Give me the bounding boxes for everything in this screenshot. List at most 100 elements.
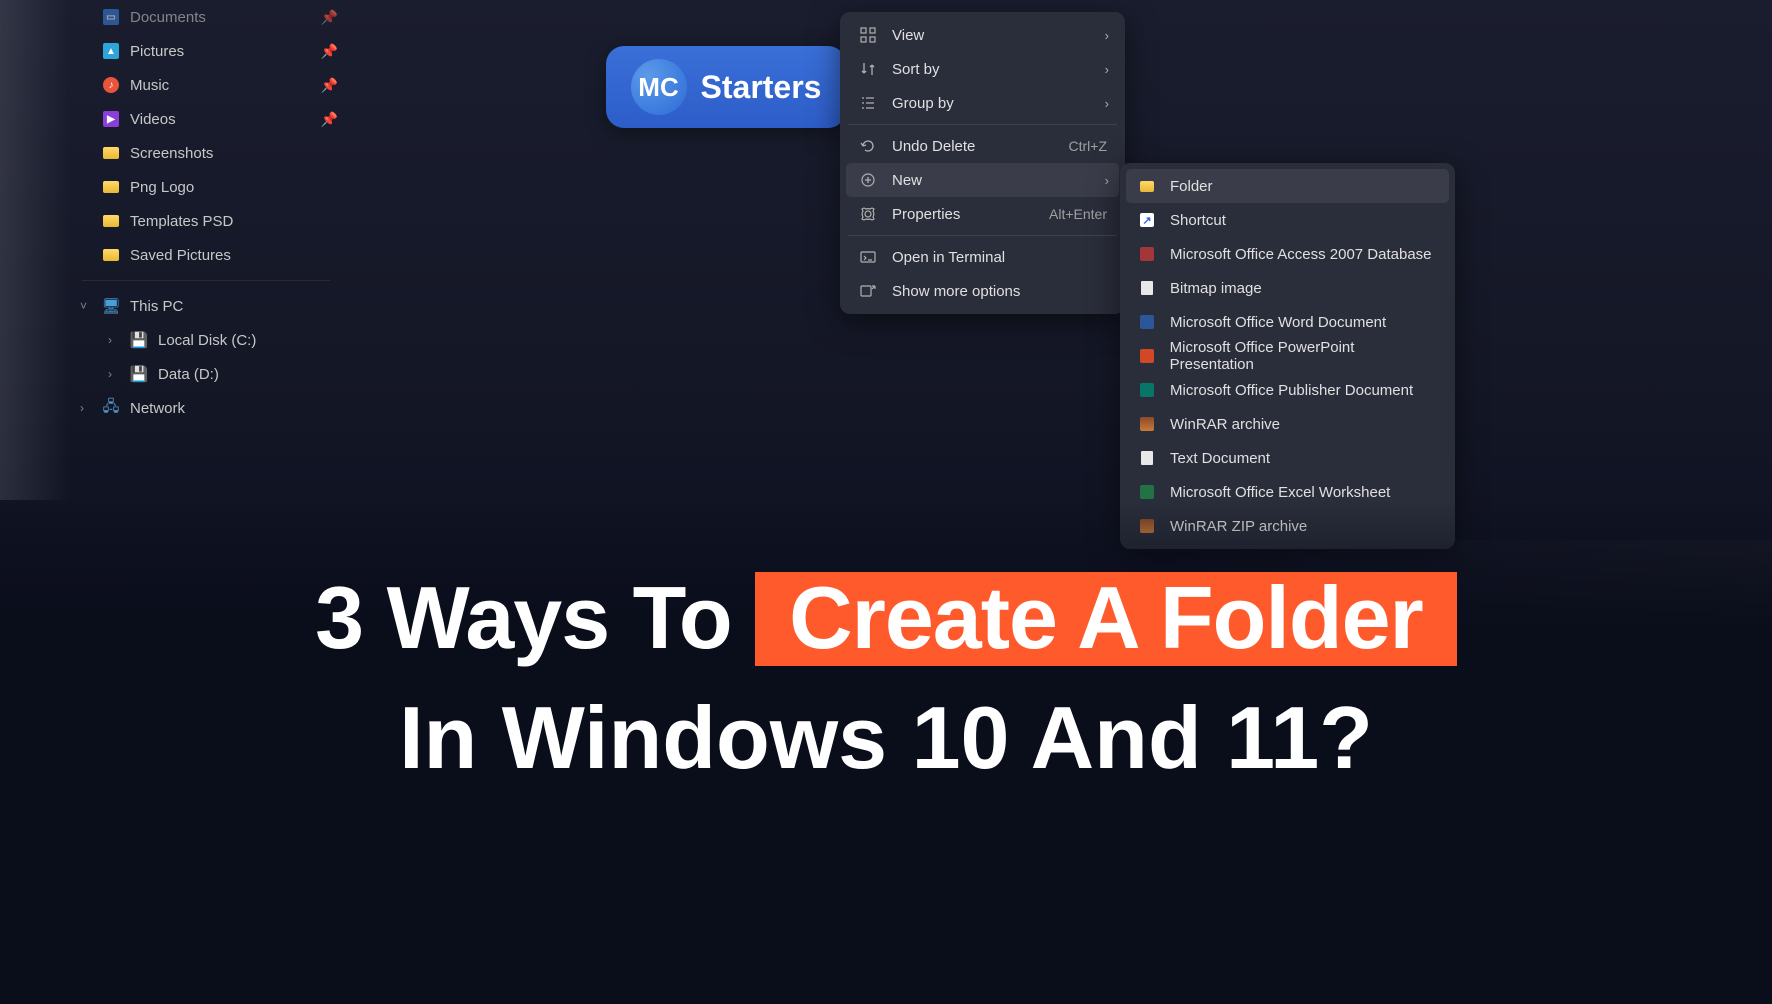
sidebar-label: Pictures <box>130 43 184 60</box>
sidebar: ▭ Documents 📌 ▲ Pictures 📌 ♪ Music 📌 ▶ V… <box>66 0 346 425</box>
undo-icon <box>858 138 878 154</box>
winrarzip-icon <box>1138 519 1156 533</box>
submenu-item-winrarzip[interactable]: WinRAR ZIP archive <box>1126 509 1449 543</box>
sidebar-item-pictures[interactable]: ▲ Pictures 📌 <box>66 34 346 68</box>
menu-label: Properties <box>892 206 960 223</box>
properties-icon <box>858 206 878 222</box>
menu-item-properties[interactable]: Properties Alt+Enter <box>846 197 1119 231</box>
folder-icon <box>1138 181 1156 192</box>
menu-item-new[interactable]: New › <box>846 163 1119 197</box>
sidebar-label: Local Disk (C:) <box>158 332 256 349</box>
submenu-label: Bitmap image <box>1170 280 1262 297</box>
menu-item-view[interactable]: View › <box>846 18 1119 52</box>
music-icon: ♪ <box>102 76 120 94</box>
sidebar-item-localc[interactable]: › 💾 Local Disk (C:) <box>66 323 346 357</box>
sidebar-item-savedpictures[interactable]: Saved Pictures <box>66 238 346 272</box>
submenu-label: WinRAR ZIP archive <box>1170 518 1307 535</box>
menu-item-group[interactable]: Group by › <box>846 86 1119 120</box>
sidebar-label: Videos <box>130 111 176 128</box>
sidebar-label: Screenshots <box>130 145 213 162</box>
more-icon <box>858 283 878 299</box>
word-icon <box>1138 315 1156 329</box>
submenu-label: Folder <box>1170 178 1213 195</box>
sidebar-item-screenshots[interactable]: Screenshots <box>66 136 346 170</box>
folder-icon <box>102 178 120 196</box>
submenu-item-shortcut[interactable]: ↗ Shortcut <box>1126 203 1449 237</box>
sidebar-label: Png Logo <box>130 179 194 196</box>
submenu-label: Microsoft Office Word Document <box>1170 314 1386 331</box>
pin-icon: 📌 <box>321 43 338 60</box>
access-icon <box>1138 247 1156 261</box>
submenu-item-text[interactable]: Text Document <box>1126 441 1449 475</box>
new-icon <box>858 172 878 188</box>
submenu-item-folder[interactable]: Folder <box>1126 169 1449 203</box>
sort-icon <box>858 61 878 77</box>
menu-label: New <box>892 172 922 189</box>
title-block: 3 Ways To Create A Folder In Windows 10 … <box>0 572 1772 785</box>
chevron-right-icon: › <box>1105 173 1109 188</box>
menu-label: Group by <box>892 95 954 112</box>
chevron-right-icon: › <box>1105 28 1109 43</box>
sidebar-item-music[interactable]: ♪ Music 📌 <box>66 68 346 102</box>
text-icon <box>1138 451 1156 465</box>
submenu-item-winrar[interactable]: WinRAR archive <box>1126 407 1449 441</box>
terminal-icon <box>858 249 878 265</box>
sidebar-item-documents[interactable]: ▭ Documents 📌 <box>66 0 346 34</box>
sidebar-item-thispc[interactable]: ˅ 🖥 This PC <box>66 289 346 323</box>
sidebar-label: Music <box>130 77 169 94</box>
sidebar-label: This PC <box>130 298 183 315</box>
publisher-icon <box>1138 383 1156 397</box>
chevron-down-icon: ˅ <box>80 299 87 313</box>
winrar-icon <box>1138 417 1156 431</box>
title-highlight: Create A Folder <box>755 572 1457 666</box>
submenu-item-word[interactable]: Microsoft Office Word Document <box>1126 305 1449 339</box>
submenu-item-excel[interactable]: Microsoft Office Excel Worksheet <box>1126 475 1449 509</box>
logo-text: Starters <box>701 69 822 106</box>
submenu-label: Microsoft Office Access 2007 Database <box>1170 246 1432 263</box>
videos-icon: ▶ <box>102 110 120 128</box>
network-icon: 🖧 <box>102 399 120 417</box>
submenu-item-powerpoint[interactable]: Microsoft Office PowerPoint Presentation <box>1126 339 1449 373</box>
menu-divider <box>848 124 1117 125</box>
chevron-right-icon: › <box>108 333 112 347</box>
menu-divider <box>848 235 1117 236</box>
folder-icon <box>102 246 120 264</box>
pin-icon: 📌 <box>321 77 338 94</box>
sidebar-item-pnglogo[interactable]: Png Logo <box>66 170 346 204</box>
menu-item-sort[interactable]: Sort by › <box>846 52 1119 86</box>
menu-shortcut: Ctrl+Z <box>1069 138 1108 154</box>
chevron-right-icon: › <box>108 367 112 381</box>
submenu-item-access[interactable]: Microsoft Office Access 2007 Database <box>1126 237 1449 271</box>
title-text-1a: 3 Ways To <box>315 568 731 667</box>
sidebar-label: Templates PSD <box>130 213 233 230</box>
powerpoint-icon <box>1138 349 1156 363</box>
menu-label: View <box>892 27 924 44</box>
menu-item-more[interactable]: Show more options <box>846 274 1119 308</box>
submenu-item-publisher[interactable]: Microsoft Office Publisher Document <box>1126 373 1449 407</box>
pc-icon: 🖥 <box>102 297 120 315</box>
context-menu: View › Sort by › Group by › Undo Delete … <box>840 12 1125 314</box>
submenu-label: Microsoft Office Excel Worksheet <box>1170 484 1390 501</box>
menu-item-undo[interactable]: Undo Delete Ctrl+Z <box>846 129 1119 163</box>
chevron-right-icon: › <box>1105 62 1109 77</box>
submenu-label: Shortcut <box>1170 212 1226 229</box>
submenu-label: Microsoft Office PowerPoint Presentation <box>1170 339 1437 373</box>
view-icon <box>858 27 878 43</box>
new-submenu: Folder ↗ Shortcut Microsoft Office Acces… <box>1120 163 1455 549</box>
pictures-icon: ▲ <box>102 42 120 60</box>
group-icon <box>858 95 878 111</box>
sidebar-item-datad[interactable]: › 💾 Data (D:) <box>66 357 346 391</box>
sidebar-label: Network <box>130 400 185 417</box>
disk-icon: 💾 <box>130 365 148 383</box>
sidebar-label: Saved Pictures <box>130 247 231 264</box>
sidebar-item-videos[interactable]: ▶ Videos 📌 <box>66 102 346 136</box>
menu-item-terminal[interactable]: Open in Terminal <box>846 240 1119 274</box>
pin-icon: 📌 <box>321 9 338 26</box>
submenu-item-bitmap[interactable]: Bitmap image <box>1126 271 1449 305</box>
documents-icon: ▭ <box>102 8 120 26</box>
sidebar-item-network[interactable]: › 🖧 Network <box>66 391 346 425</box>
sidebar-label: Data (D:) <box>158 366 219 383</box>
menu-label: Undo Delete <box>892 138 975 155</box>
sidebar-item-templates[interactable]: Templates PSD <box>66 204 346 238</box>
folder-icon <box>102 144 120 162</box>
